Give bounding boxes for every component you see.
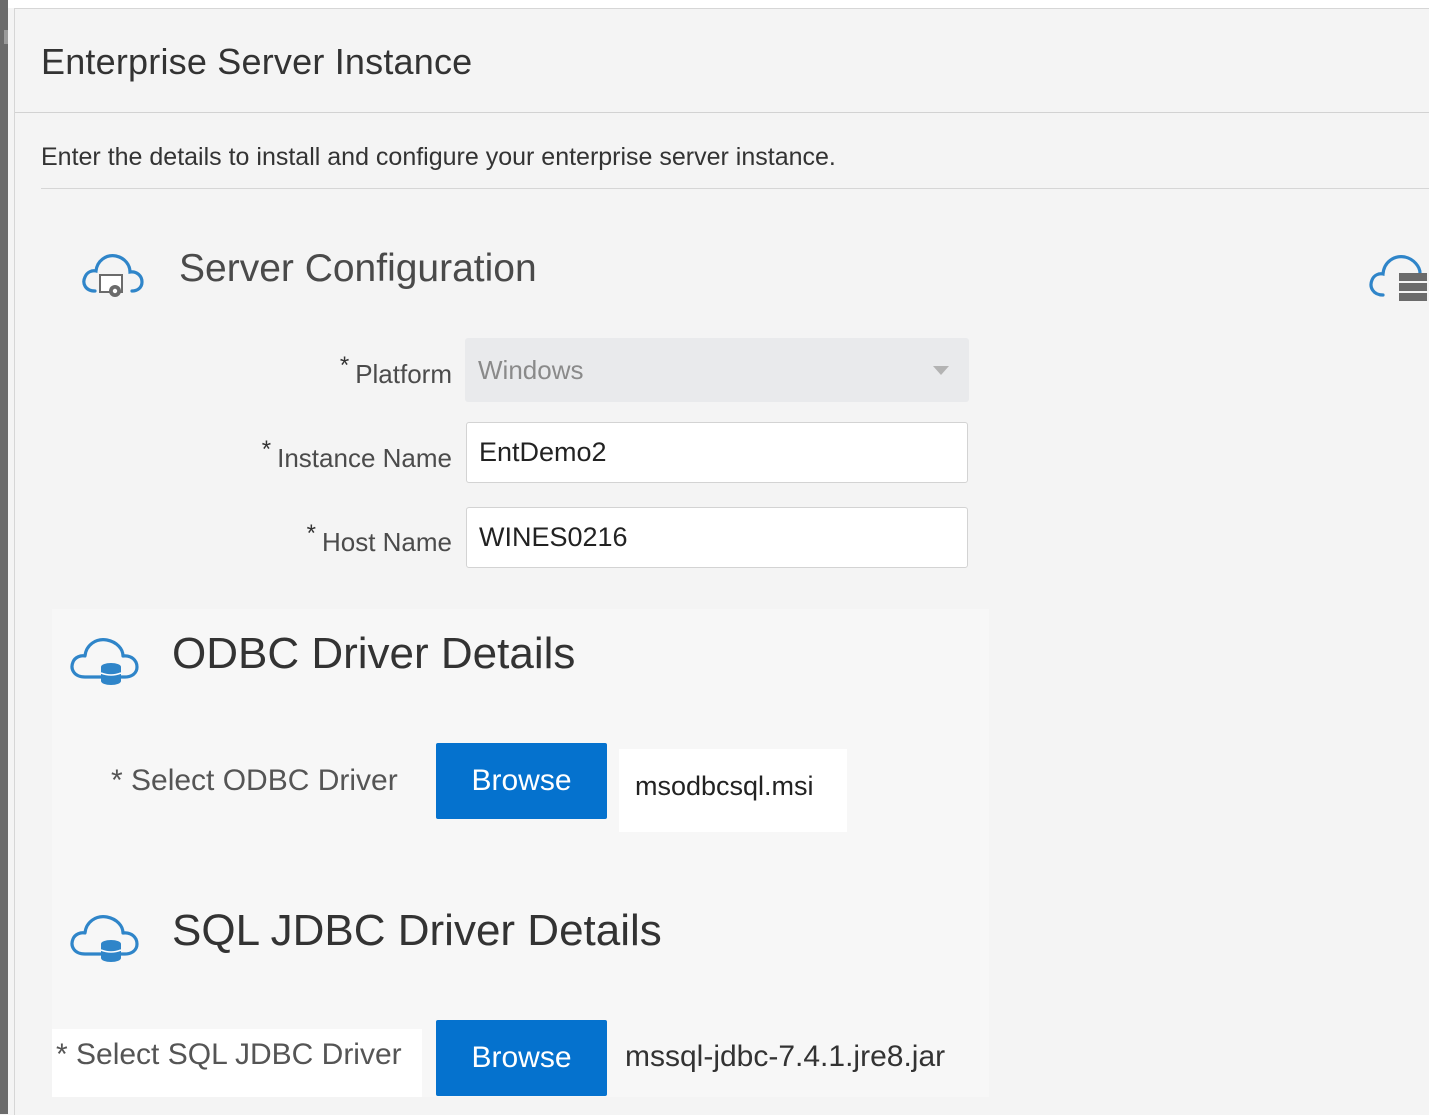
platform-label-text: Platform (355, 359, 452, 389)
window-edge-tick (4, 30, 8, 44)
host-name-row: * Host Name (15, 520, 452, 584)
jdbc-browse-button[interactable]: Browse (436, 1020, 607, 1096)
cloud-server-icon (1369, 255, 1427, 301)
jdbc-label: * Select SQL JDBC Driver (56, 1038, 402, 1071)
intro-text: Enter the details to install and configu… (41, 143, 836, 171)
cloud-database-icon (70, 915, 139, 962)
odbc-file-name-text: msodbcsql.msi (635, 771, 814, 801)
host-name-input[interactable] (466, 507, 968, 568)
cloud-gear-icon (82, 254, 144, 297)
platform-select[interactable]: Windows (465, 338, 969, 402)
enterprise-server-dialog: Enterprise Server Instance Enter the det… (14, 8, 1429, 1115)
required-marker: * (261, 436, 272, 463)
divider (41, 188, 1429, 189)
jdbc-file-name: mssql-jdbc-7.4.1.jre8.jar (625, 1040, 946, 1073)
odbc-file-name: msodbcsql.msi (619, 749, 847, 832)
jdbc-title: SQL JDBC Driver Details (172, 906, 662, 955)
platform-label: * Platform (340, 352, 452, 390)
top-edge (0, 0, 1429, 8)
driver-panel: ODBC Driver Details * Select ODBC Driver… (52, 609, 989, 1097)
platform-value: Windows (478, 355, 584, 385)
odbc-label: * Select ODBC Driver (111, 764, 398, 797)
required-marker: * (306, 520, 316, 547)
odbc-title: ODBC Driver Details (172, 629, 576, 678)
instance-name-label: * Instance Name (262, 436, 452, 474)
required-marker: * (339, 352, 350, 379)
dialog-header: Enterprise Server Instance (15, 9, 1429, 113)
instance-name-label-text: Instance Name (277, 443, 452, 473)
cloud-database-icon (70, 638, 139, 685)
instance-name-row: * Instance Name (15, 436, 452, 500)
window-edge (0, 0, 8, 1114)
server-configuration-title: Server Configuration (179, 247, 537, 290)
dialog-title: Enterprise Server Instance (41, 41, 473, 82)
host-name-label-text: Host Name (321, 527, 452, 557)
instance-name-input[interactable] (466, 422, 968, 483)
odbc-browse-button[interactable]: Browse (436, 743, 607, 819)
chevron-down-icon (933, 366, 949, 375)
host-name-label: * Host Name (307, 520, 452, 558)
platform-row: * Platform (15, 352, 452, 416)
